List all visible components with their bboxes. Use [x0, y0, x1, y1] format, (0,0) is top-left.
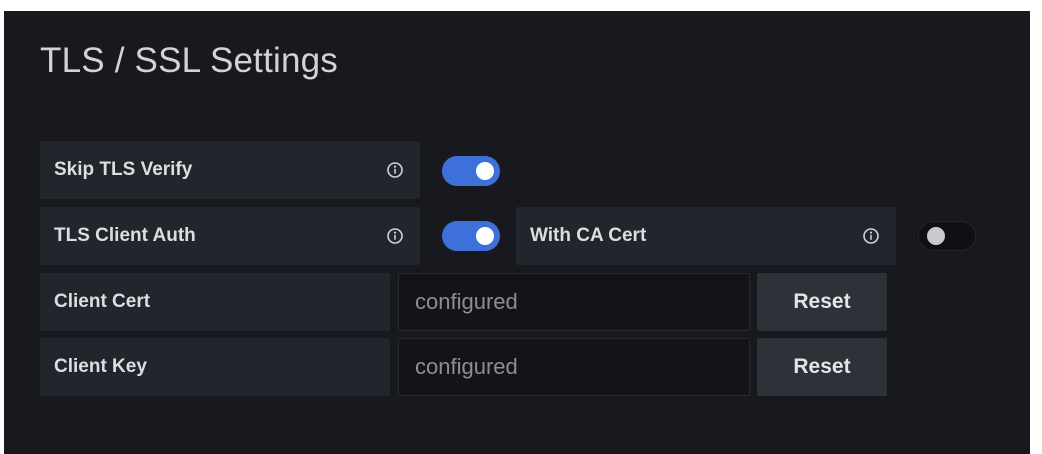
client-cert-input[interactable] [398, 273, 750, 331]
toggle-knob [927, 227, 945, 245]
client-cert-text: Client Cert [54, 291, 151, 312]
client-key-text: Client Key [54, 356, 147, 377]
skip-tls-verify-text: Skip TLS Verify [54, 159, 193, 180]
tls-client-auth-label: TLS Client Auth [40, 207, 420, 265]
tls-client-auth-toggle[interactable] [442, 221, 500, 251]
info-icon[interactable] [386, 227, 404, 245]
with-ca-cert-label: With CA Cert [516, 207, 896, 265]
toggle-knob [476, 227, 494, 245]
section-title: TLS / SSL Settings [40, 41, 339, 80]
tls-settings-panel: TLS / SSL Settings Skip TLS Verify TLS C… [4, 11, 1030, 454]
with-ca-cert-text: With CA Cert [530, 225, 647, 246]
info-icon[interactable] [386, 161, 404, 179]
client-key-reset-button[interactable]: Reset [757, 338, 887, 396]
info-icon[interactable] [862, 227, 880, 245]
skip-tls-verify-label: Skip TLS Verify [40, 141, 420, 199]
with-ca-cert-toggle[interactable] [918, 221, 976, 251]
tls-client-auth-text: TLS Client Auth [54, 225, 196, 246]
client-cert-label: Client Cert [40, 273, 390, 331]
toggle-knob [476, 162, 494, 180]
skip-tls-verify-toggle[interactable] [442, 156, 500, 186]
client-cert-reset-button[interactable]: Reset [757, 273, 887, 331]
client-key-input[interactable] [398, 338, 750, 396]
client-key-label: Client Key [40, 338, 390, 396]
